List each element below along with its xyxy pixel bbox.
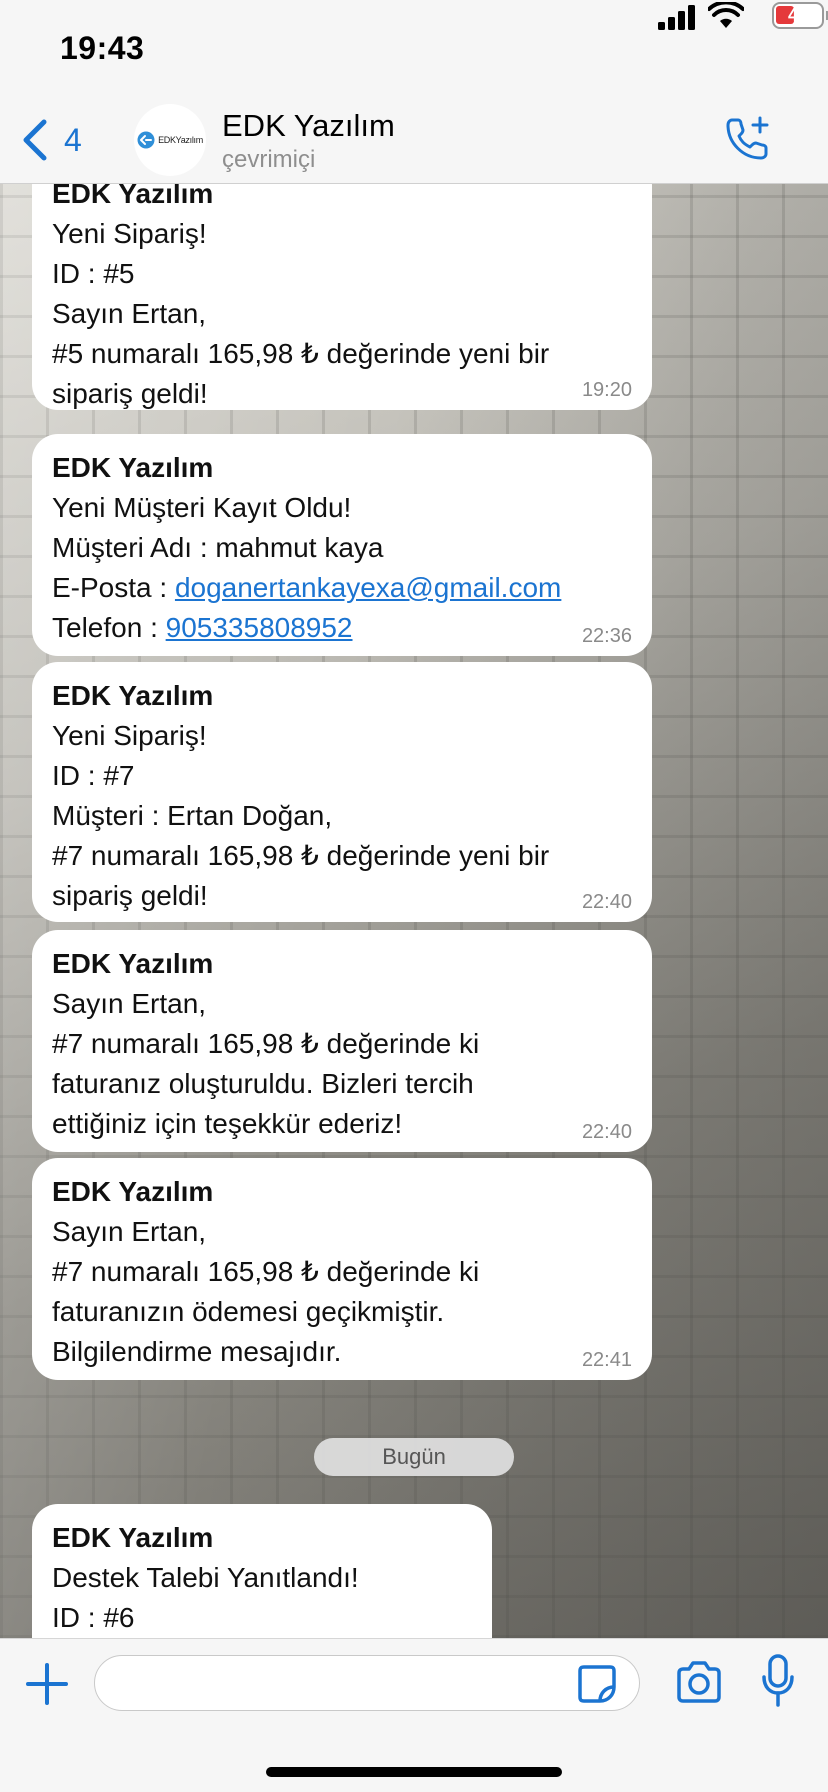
chevron-left-icon <box>23 119 47 161</box>
email-line: E-Posta : doganertankayexa@gmail.com <box>52 568 632 608</box>
battery-percent: 47 <box>787 5 809 25</box>
status-bar: 19:43 47 <box>0 0 828 98</box>
message-line: sipariş geldi! <box>52 880 208 911</box>
message-line: ID : #7 <box>52 760 135 791</box>
message-line: Sayın Ertan, <box>52 298 207 329</box>
message-time: 22:40 <box>581 891 632 913</box>
whatsapp-chat-screen: 19:43 47 4 EDKYazılım EDK Yazılım çevrim… <box>0 0 828 1792</box>
message-line: Sayın Ertan, <box>52 988 207 1019</box>
message-sender: EDK Yazılım <box>52 452 214 483</box>
message-bubble[interactable]: EDK Yazılım Sayın Ertan, #7 numaralı 165… <box>32 930 652 1152</box>
phone-line: Telefon : 905335808952 <box>52 608 632 648</box>
contact-name[interactable]: EDK Yazılım <box>222 108 395 144</box>
contact-status: çevrimiçi <box>222 146 316 173</box>
message-line: Yeni Sipariş! <box>52 720 207 751</box>
message-line: #7 numaralı 165,98 ₺ değerinde ki <box>52 1256 480 1287</box>
message-line: faturanızın ödemesi geçikmiştir. <box>52 1296 445 1327</box>
chat-header: 4 EDKYazılım EDK Yazılım çevrimiçi <box>0 98 828 184</box>
input-bar <box>0 1638 828 1792</box>
date-separator: Bugün <box>314 1438 514 1476</box>
message-bubble[interactable]: EDK Yazılım Sayın Ertan, #7 numaralı 165… <box>32 1158 652 1380</box>
battery-icon: 47 <box>772 2 828 29</box>
message-line: Yeni Müşteri Kayıt Oldu! <box>52 492 352 523</box>
message-line: ettiğiniz için teşekkür ederiz! <box>52 1108 403 1139</box>
signal-icon <box>658 5 695 30</box>
message-sender: EDK Yazılım <box>52 1176 214 1207</box>
unread-count: 4 <box>64 121 82 158</box>
back-button[interactable]: 4 <box>20 118 82 162</box>
message-bubble[interactable]: EDK Yazılım Yeni Sipariş! ID : #5 Sayın … <box>32 184 652 410</box>
status-time: 19:43 <box>60 30 145 66</box>
sticker-icon[interactable] <box>576 1663 618 1705</box>
message-line: #5 numaralı 165,98 ₺ değerinde yeni bir <box>52 338 550 369</box>
message-line: Müşteri : Ertan Doğan, <box>52 800 333 831</box>
message-line: Bilgilendirme mesajıdır. <box>52 1336 342 1367</box>
message-line: ID : #5 <box>52 258 135 289</box>
message-sender: EDK Yazılım <box>52 1522 214 1553</box>
message-sender: EDK Yazılım <box>52 948 214 979</box>
message-line: Sayın Ertan, <box>52 1216 207 1247</box>
add-call-button[interactable] <box>722 114 772 164</box>
edk-logo: EDKYazılım <box>137 131 203 149</box>
message-bubble[interactable]: EDK Yazılım Destek Talebi Yanıtlandı! ID… <box>32 1504 492 1638</box>
camera-icon[interactable] <box>674 1659 724 1705</box>
email-label: E-Posta : <box>52 572 175 603</box>
message-line: faturanız oluşturuldu. Bizleri tercih <box>52 1068 474 1099</box>
message-line: #7 numaralı 165,98 ₺ değerinde ki <box>52 1028 480 1059</box>
chat-area[interactable]: EDK Yazılım Yeni Sipariş! ID : #5 Sayın … <box>0 184 828 1638</box>
avatar[interactable]: EDKYazılım <box>134 104 206 176</box>
message-time: 22:40 <box>581 1121 632 1143</box>
phone-link[interactable]: 905335808952 <box>166 612 353 643</box>
message-bubble[interactable]: EDK Yazılım Yeni Sipariş! ID : #7 Müşter… <box>32 662 652 922</box>
home-indicator <box>266 1767 562 1777</box>
message-time: 19:20 <box>581 379 632 401</box>
message-line: Müşteri Adı : mahmut kaya <box>52 532 384 563</box>
message-line: Destek Talebi Yanıtlandı! <box>52 1562 359 1593</box>
message-line: sipariş geldi! <box>52 378 208 409</box>
microphone-icon[interactable] <box>760 1653 796 1709</box>
message-bubble[interactable]: EDK Yazılım Yeni Müşteri Kayıt Oldu! Müş… <box>32 434 652 656</box>
message-line: Yeni Sipariş! <box>52 218 207 249</box>
wifi-icon <box>708 2 744 28</box>
message-sender: EDK Yazılım <box>52 184 214 209</box>
avatar-logo-text: EDKYazılım <box>158 135 203 145</box>
phone-label: Telefon : <box>52 612 166 643</box>
message-time: 22:36 <box>581 625 632 647</box>
message-input[interactable] <box>94 1655 640 1711</box>
plus-icon[interactable] <box>24 1661 70 1707</box>
message-line: #7 numaralı 165,98 ₺ değerinde yeni bir <box>52 840 550 871</box>
email-link[interactable]: doganertankayexa@gmail.com <box>175 572 561 603</box>
message-time: 22:41 <box>581 1349 632 1371</box>
message-line: ID : #6 <box>52 1602 135 1633</box>
message-sender: EDK Yazılım <box>52 680 214 711</box>
logo-mark-icon <box>137 131 155 149</box>
